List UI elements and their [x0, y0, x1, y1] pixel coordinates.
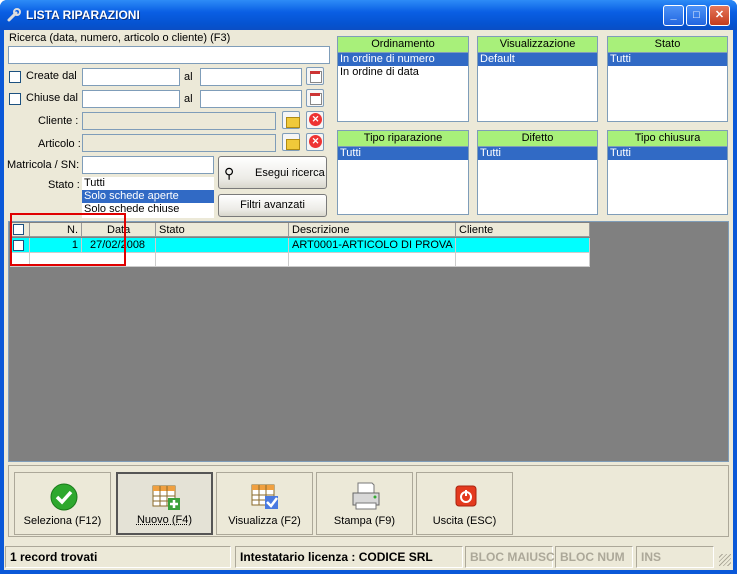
cell-cliente: [456, 238, 590, 253]
panel-title: Visualizzazione: [478, 37, 597, 53]
create-from-field[interactable]: [82, 68, 180, 86]
column-header[interactable]: Cliente: [456, 223, 590, 237]
panel-title: Tipo chiusura: [608, 131, 727, 147]
esegui-ricerca-button[interactable]: ⚲ Esegui ricerca: [218, 156, 327, 189]
stato-label: Stato :: [48, 179, 80, 191]
close-button[interactable]: ✕: [709, 5, 730, 26]
create-label: Create dal: [26, 70, 77, 82]
esegui-ricerca-label: Esegui ricerca: [255, 167, 325, 179]
panel-item[interactable]: Tutti: [608, 147, 727, 160]
title-bar[interactable]: LISTA RIPARAZIONI _ □ ✕: [0, 0, 737, 30]
calendar-icon[interactable]: [306, 67, 324, 85]
binoculars-icon: ⚲: [224, 165, 235, 181]
visualizzazione-panel[interactable]: Visualizzazione Default: [477, 36, 598, 122]
new-grid-icon: [152, 485, 180, 510]
nuovo-label: Nuovo (F4): [136, 514, 193, 526]
matricola-label: Matricola / SN:: [7, 159, 80, 171]
minimize-icon: _: [670, 9, 677, 21]
chiuse-label: Chiuse dal: [26, 92, 78, 104]
chiuse-checkbox[interactable]: [9, 93, 21, 105]
clear-icon[interactable]: [306, 111, 324, 129]
create-to-field[interactable]: [200, 68, 302, 86]
window: LISTA RIPARAZIONI _ □ ✕ Ricerca (data, n…: [0, 0, 737, 574]
chiuse-al-label: al: [184, 93, 193, 105]
cliente-field[interactable]: [82, 112, 276, 130]
stato-panel[interactable]: Stato Tutti: [607, 36, 728, 122]
panel-item[interactable]: In ordine di data: [338, 66, 468, 79]
panel-item[interactable]: Tutti: [608, 53, 727, 66]
annotation-box: [10, 213, 126, 266]
license-holder: Intestatario licenza : CODICE SRL: [235, 546, 463, 568]
panel-item[interactable]: In ordine di numero: [338, 53, 468, 66]
stampa-label: Stampa (F9): [333, 515, 396, 527]
panel-item[interactable]: Default: [478, 53, 597, 66]
num-lock-indicator: BLOC NUM: [555, 546, 633, 568]
uscita-label: Uscita (ESC): [432, 515, 497, 527]
wrench-icon: [7, 8, 21, 22]
cell-stato: [156, 238, 289, 253]
visualizza-button[interactable]: Visualizza (F2): [216, 472, 313, 535]
cliente-label: Cliente :: [38, 115, 79, 127]
panel-item[interactable]: Tutti: [478, 147, 597, 160]
stato-option[interactable]: Solo schede aperte: [82, 190, 214, 203]
record-count: 1 record trovati: [5, 546, 231, 568]
stato-option[interactable]: Tutti: [82, 177, 214, 190]
chiuse-to-field[interactable]: [200, 90, 302, 108]
cell-descrizione: ART0001-ARTICOLO DI PROVA: [289, 238, 456, 253]
close-icon: ✕: [714, 9, 725, 21]
matricola-field[interactable]: [82, 156, 214, 174]
view-grid-icon: [251, 484, 278, 509]
power-icon: [455, 485, 477, 507]
create-al-label: al: [184, 71, 193, 83]
window-title: LISTA RIPARAZIONI: [26, 8, 140, 22]
ordinamento-panel[interactable]: Ordinamento In ordine di numero In ordin…: [337, 36, 469, 122]
calendar-icon[interactable]: [306, 89, 324, 107]
create-checkbox[interactable]: [9, 71, 21, 83]
stampa-button[interactable]: Stampa (F9): [316, 472, 413, 535]
articolo-field[interactable]: [82, 134, 276, 152]
folder-icon[interactable]: [282, 133, 300, 151]
minimize-button[interactable]: _: [663, 5, 684, 26]
uscita-button[interactable]: Uscita (ESC): [416, 472, 513, 535]
clear-icon[interactable]: [306, 133, 324, 151]
seleziona-button[interactable]: Seleziona (F12): [14, 472, 111, 535]
articolo-label: Articolo :: [38, 138, 81, 150]
panel-title: Tipo riparazione: [338, 131, 468, 147]
nuovo-button[interactable]: Nuovo (F4): [116, 472, 213, 535]
action-bar: Seleziona (F12) Nuovo (F4) Visualizza (F…: [8, 465, 729, 537]
visualizza-label: Visualizza (F2): [228, 515, 301, 527]
panel-title: Difetto: [478, 131, 597, 147]
column-header[interactable]: Descrizione: [289, 223, 456, 237]
panel-item[interactable]: Tutti: [338, 147, 468, 160]
search-label: Ricerca (data, numero, articolo o client…: [9, 32, 231, 44]
caps-lock-indicator: BLOC MAIUSC: [465, 546, 555, 568]
printer-icon: [352, 482, 380, 510]
filtri-avanzati-button[interactable]: Filtri avanzati: [218, 194, 327, 217]
check-icon: [50, 483, 78, 511]
maximize-button[interactable]: □: [686, 5, 707, 26]
folder-icon[interactable]: [282, 111, 300, 129]
status-bar: 1 record trovati Intestatario licenza : …: [4, 544, 733, 570]
maximize-icon: □: [693, 9, 700, 21]
search-input[interactable]: [8, 46, 330, 64]
panel-title: Ordinamento: [338, 37, 468, 53]
client-area: Ricerca (data, numero, articolo o client…: [4, 30, 733, 570]
seleziona-label: Seleziona (F12): [23, 515, 102, 527]
insert-indicator: INS: [636, 546, 714, 568]
filtri-avanzati-label: Filtri avanzati: [240, 199, 305, 211]
panel-title: Stato: [608, 37, 727, 53]
tipo-riparazione-panel[interactable]: Tipo riparazione Tutti: [337, 130, 469, 215]
difetto-panel[interactable]: Difetto Tutti: [477, 130, 598, 215]
resize-grip[interactable]: [719, 554, 731, 566]
tipo-chiusura-panel[interactable]: Tipo chiusura Tutti: [607, 130, 728, 215]
stato-listbox[interactable]: Tutti Solo schede aperte Solo schede chi…: [82, 177, 214, 218]
column-header[interactable]: Stato: [156, 223, 289, 237]
chiuse-from-field[interactable]: [82, 90, 180, 108]
